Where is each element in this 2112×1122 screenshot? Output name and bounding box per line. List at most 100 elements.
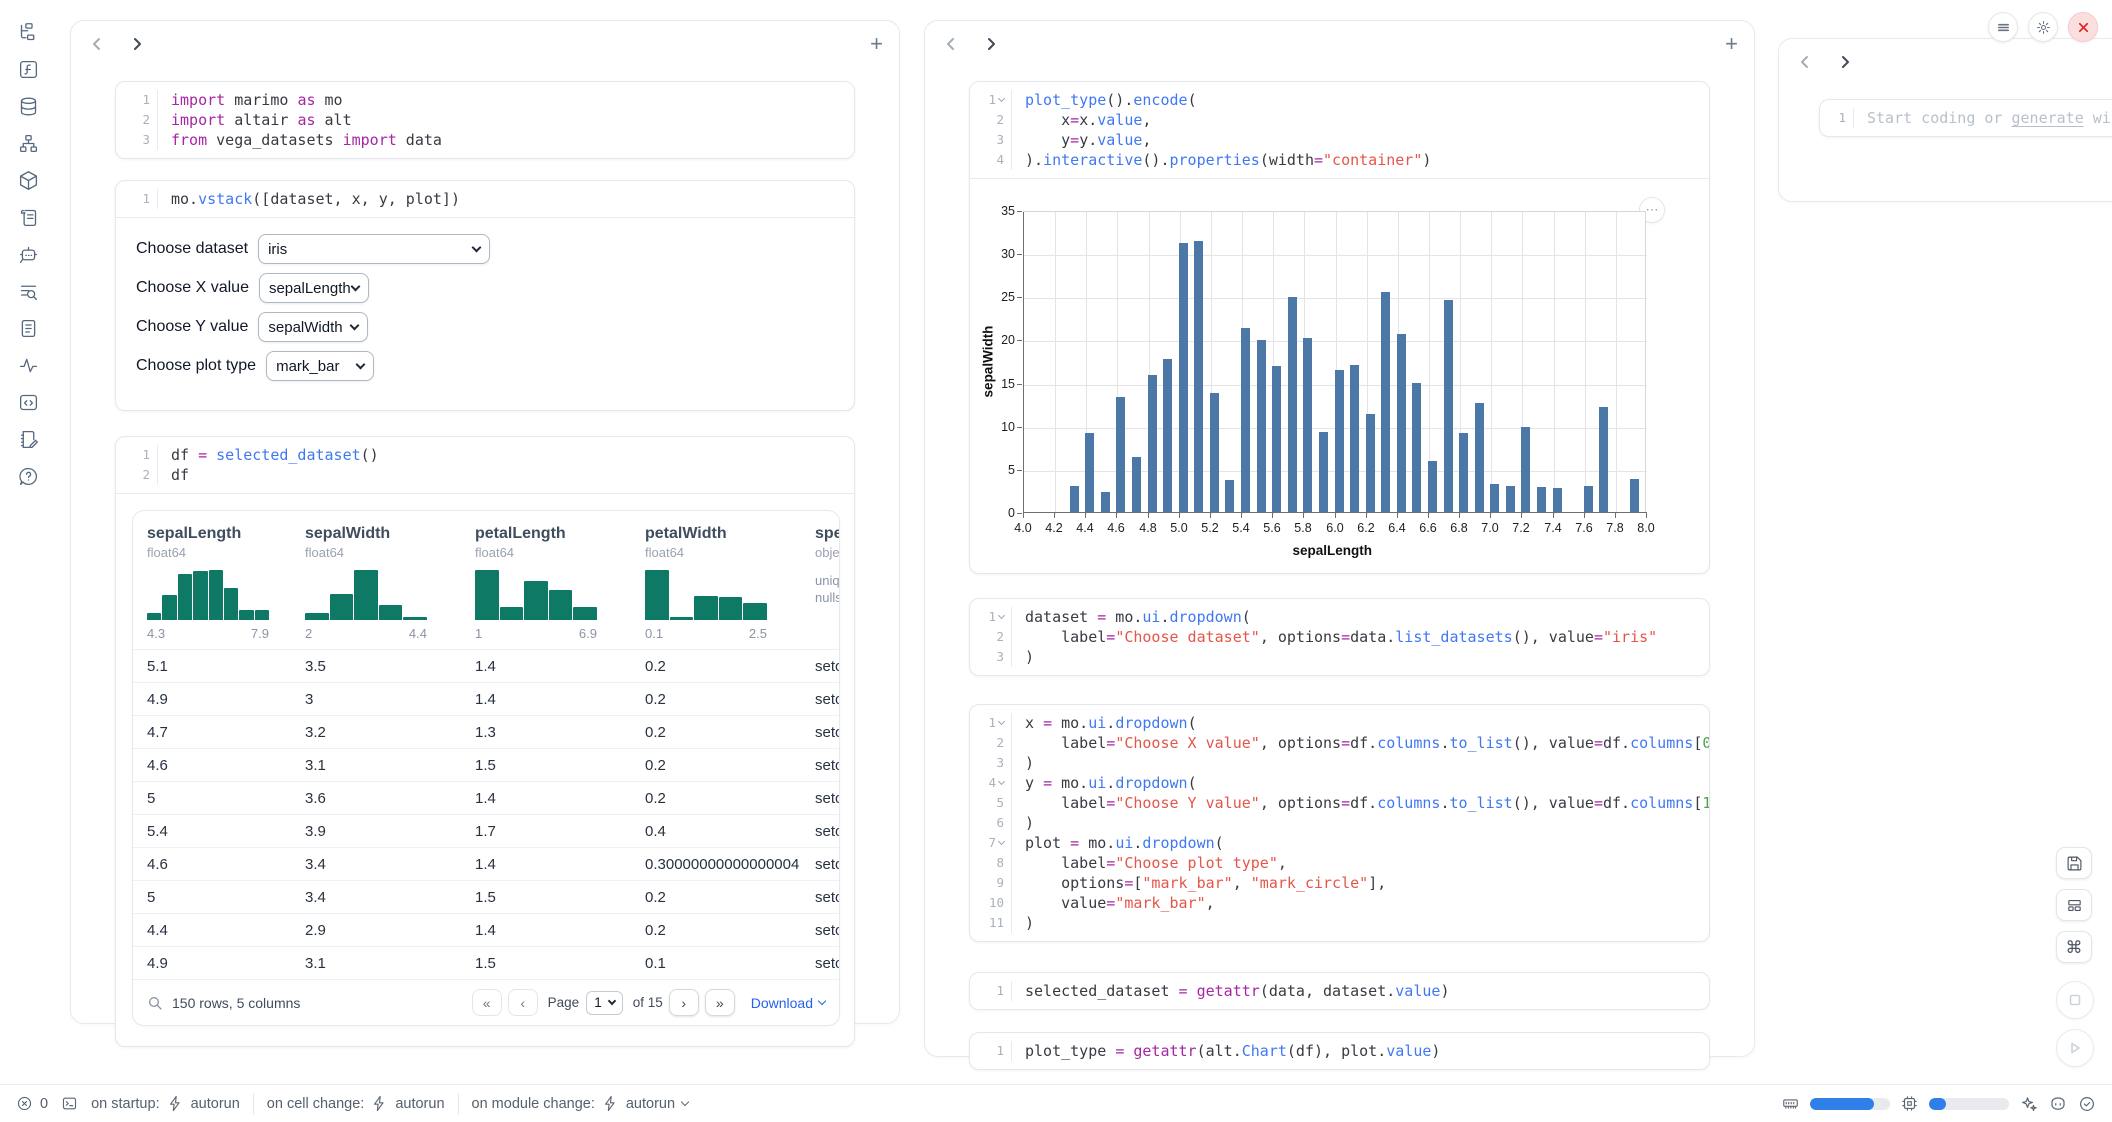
fold-chevron-icon[interactable] — [998, 778, 1005, 785]
sidebar-document-icon[interactable] — [17, 318, 39, 340]
sidebar-chat-bot-icon[interactable] — [17, 244, 39, 266]
first-page-button[interactable]: « — [472, 989, 502, 1016]
generate-link[interactable]: generate — [2012, 109, 2084, 127]
y-value-dropdown[interactable]: sepalWidth — [258, 312, 368, 342]
stop-button[interactable] — [2056, 981, 2094, 1019]
search-icon[interactable] — [147, 995, 163, 1011]
column-header[interactable]: sepalLengthfloat644.37.9 — [133, 525, 291, 641]
histogram-bar — [379, 605, 403, 620]
table-row: 4.931.40.2setosa — [133, 682, 839, 715]
line-number: 1 — [970, 607, 1012, 627]
save-button[interactable] — [2056, 847, 2092, 879]
run-button[interactable] — [2056, 1029, 2094, 1067]
histogram-bar — [354, 570, 378, 620]
on-cell-change-toggle[interactable]: on cell change: autorun — [267, 1095, 445, 1112]
fold-chevron-icon[interactable] — [998, 95, 1005, 102]
column-header[interactable]: petalLengthfloat6416.9 — [461, 525, 631, 641]
code-editor[interactable]: 1plot_type = getattr(alt.Chart(df), plot… — [970, 1033, 1709, 1069]
histogram-bar — [255, 610, 269, 620]
sidebar-package-cube-icon[interactable] — [17, 170, 39, 192]
code-editor[interactable]: 1import marimo as mo2import altair as al… — [116, 82, 854, 158]
sidebar-function-square-icon[interactable] — [17, 59, 39, 81]
shutdown-button[interactable] — [2068, 12, 2098, 42]
prev-page-button[interactable]: ‹ — [508, 989, 538, 1016]
y-axis-title: sepalWidth — [981, 322, 996, 402]
table-row: 4.42.91.40.2setosa — [133, 913, 839, 946]
connection-status-icon[interactable] — [2078, 1095, 2096, 1113]
code-editor[interactable]: 1dataset = mo.ui.dropdown(2 label="Choos… — [970, 599, 1709, 675]
keyboard-shortcuts-button[interactable]: ⌘ — [2056, 931, 2092, 963]
chevron-right-icon[interactable] — [127, 35, 147, 55]
sidebar-file-tree-icon[interactable] — [17, 22, 39, 44]
table-cell: 3.9 — [291, 823, 461, 840]
plot-type-cell: 1plot_type = getattr(alt.Chart(df), plot… — [969, 1032, 1710, 1070]
bar — [1350, 365, 1359, 512]
chevron-left-icon[interactable] — [1795, 53, 1815, 73]
on-startup-toggle[interactable]: on startup: autorun — [91, 1095, 240, 1112]
control-row: Choose X valuesepalLength — [136, 273, 834, 303]
bar — [1537, 487, 1546, 512]
x-tick-label: 7.0 — [1473, 521, 1507, 535]
column-header[interactable]: sepalWidthfloat6424.4 — [291, 525, 461, 641]
column-header[interactable]: petalWidthfloat640.12.5 — [631, 525, 801, 641]
x-tick-label: 7.8 — [1598, 521, 1632, 535]
table-cell: setosa — [801, 790, 840, 807]
x-value-dropdown[interactable]: sepalLength — [259, 273, 369, 303]
settings-button[interactable] — [2028, 12, 2058, 42]
plot-type-dropdown[interactable]: mark_bar — [266, 351, 374, 381]
code-editor[interactable]: 1mo.vstack([dataset, x, y, plot]) — [116, 181, 854, 217]
fold-chevron-icon[interactable] — [998, 838, 1005, 845]
fold-chevron-icon[interactable] — [998, 718, 1005, 725]
sidebar-database-icon[interactable] — [17, 96, 39, 118]
errors-indicator[interactable]: 0 — [16, 1095, 48, 1112]
control-label: Choose Y value — [136, 318, 248, 336]
menu-button[interactable] — [1988, 12, 2018, 42]
sidebar-list-search-icon[interactable] — [17, 281, 39, 303]
copilot-icon[interactable] — [2049, 1095, 2067, 1113]
page-select[interactable]: 1 — [586, 991, 623, 1015]
sidebar-code-snippet-icon[interactable] — [17, 392, 39, 414]
sidebar-scroll-icon[interactable] — [17, 207, 39, 229]
lightning-icon — [371, 1095, 388, 1112]
sidebar-scratchpad-icon[interactable] — [17, 429, 39, 451]
lightning-icon — [602, 1095, 619, 1112]
on-module-change-toggle[interactable]: on module change: autorun — [472, 1095, 689, 1112]
chevron-left-icon[interactable] — [87, 35, 107, 55]
sidebar-activity-icon[interactable] — [17, 355, 39, 377]
chevron-down-icon — [607, 996, 615, 1004]
ai-sparkle-icon[interactable] — [2020, 1095, 2038, 1113]
code-editor[interactable]: 1df = selected_dataset()2df — [116, 437, 854, 493]
column-header[interactable]: speciesobjectunique:nulls: — [801, 525, 840, 641]
y-tick-label: 35 — [985, 204, 1015, 218]
empty-cell[interactable]: 1 Start coding or generate with AI — [1819, 99, 2112, 137]
code-editor[interactable]: 1x = mo.ui.dropdown(2 label="Choose X va… — [970, 705, 1709, 941]
fold-chevron-icon[interactable] — [998, 612, 1005, 619]
add-cell-button[interactable]: + — [1725, 33, 1738, 55]
line-number: 2 — [970, 110, 1012, 130]
chevron-right-icon[interactable] — [981, 35, 1001, 55]
chevron-left-icon[interactable] — [941, 35, 961, 55]
last-page-button[interactable]: » — [705, 989, 735, 1016]
sidebar-dependency-graph-icon[interactable] — [17, 133, 39, 155]
chevron-right-icon[interactable] — [1835, 53, 1855, 73]
code-line: x=x.value, — [1012, 110, 1709, 130]
next-page-button[interactable]: › — [669, 989, 699, 1016]
code-editor[interactable]: 1plot_type().encode(2 x=x.value,3 y=y.va… — [970, 82, 1709, 178]
download-button[interactable]: Download — [751, 995, 825, 1011]
sidebar-help-icon[interactable] — [17, 466, 39, 488]
layout-button[interactable] — [2056, 889, 2092, 921]
altair-chart[interactable]: ⋯ 4.04.24.44.64.85.05.25.45.65.86.06.26.… — [970, 179, 1709, 573]
code-line: ).interactive().properties(width="contai… — [1012, 150, 1709, 170]
dataset-dropdown[interactable]: iris — [258, 234, 490, 264]
plot-area — [1023, 211, 1646, 513]
gridline — [1585, 212, 1586, 514]
x-tick — [1335, 513, 1336, 518]
add-cell-button[interactable]: + — [870, 33, 883, 55]
x-tick-label: 6.8 — [1442, 521, 1476, 535]
table-cell: 4.7 — [133, 724, 291, 741]
table-footer: 150 rows, 5 columns « ‹ Page 1 of 15 › »… — [133, 979, 839, 1025]
code-editor[interactable]: 1selected_dataset = getattr(data, datase… — [970, 973, 1709, 1009]
terminal-button[interactable] — [61, 1095, 78, 1112]
x-tick-label: 7.6 — [1567, 521, 1601, 535]
table-row: 4.93.11.50.1setosa — [133, 946, 839, 979]
